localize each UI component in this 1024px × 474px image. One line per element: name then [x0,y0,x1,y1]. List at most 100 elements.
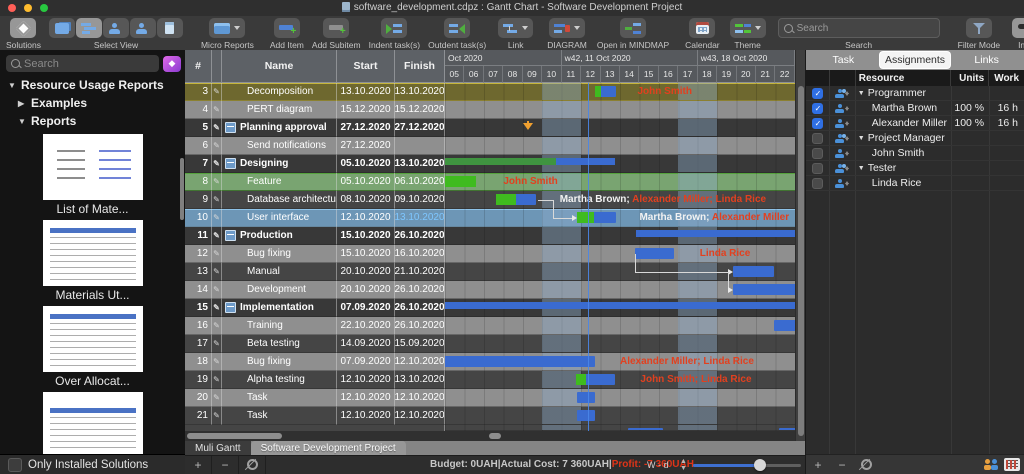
task-finish-date[interactable]: 26.10.2020 [395,299,445,317]
task-bar[interactable] [733,266,774,277]
task-name-cell[interactable]: Planning approval [222,119,337,137]
task-row[interactable]: 4✎PERT diagram15.12.202015.12.2020 [185,101,795,119]
resource-row[interactable]: John Smith [806,146,1024,161]
column-header-finish[interactable]: Finish [395,50,445,83]
task-row[interactable]: 6✎Send notifications27.12.2020 [185,137,795,155]
task-name-cell[interactable]: Designing [222,155,337,173]
task-name-cell[interactable]: Production [222,227,337,245]
task-start-date[interactable]: 07.09.2020 [337,299,395,317]
view-document-button[interactable] [157,18,183,38]
task-row[interactable]: 18✎Bug fixing07.09.202012.10.2020Alexand… [185,353,795,371]
resource-checkbox[interactable] [812,163,823,174]
zoom-stepper[interactable]: ▲▼ [680,458,687,472]
resources-view-button[interactable] [984,458,1000,471]
chevron-expanded-icon[interactable]: ▼ [858,90,865,97]
task-start-date[interactable]: 15.10.2020 [337,227,395,245]
only-installed-checkbox[interactable] [8,458,22,472]
task-start-date[interactable]: 07.09.2020 [337,353,395,371]
task-bar[interactable] [577,392,595,403]
report-thumbnail[interactable] [43,306,143,372]
sidebar-tree-item[interactable]: ▶Examples [0,94,185,112]
resource-row[interactable]: ▼Tester [806,161,1024,176]
info-button[interactable] [1012,18,1024,38]
task-row[interactable]: 3✎Decomposition13.10.202013.10.2020John … [185,83,795,101]
tab-multi-gantt[interactable]: Muli Gantt [185,441,251,455]
task-start-date[interactable]: 15.10.2020 [337,245,395,263]
task-finish-date[interactable]: 12.10.2020 [395,389,445,407]
chevron-expanded-icon[interactable]: ▼ [858,165,865,172]
task-finish-date[interactable]: 13.10.2020 [395,155,445,173]
solutions-button[interactable] [10,18,36,38]
collapse-toggle-icon[interactable] [225,230,236,241]
summary-bar[interactable] [636,230,795,237]
remove-resource-button[interactable]: − [830,458,854,472]
task-row[interactable]: 7✎Designing05.10.202013.10.2020 [185,155,795,173]
report-thumbnail[interactable] [43,134,143,200]
collapse-toggle-icon[interactable] [225,302,236,313]
task-name-cell[interactable]: Task [222,407,337,425]
task-name-cell[interactable]: PERT diagram [222,101,337,119]
task-start-date[interactable]: 27.12.2020 [337,119,395,137]
task-start-date[interactable]: 12.10.2020 [337,407,395,425]
units-column-header[interactable]: Units [951,70,989,86]
task-name-cell[interactable]: Bug fixing [222,245,337,263]
task-finish-date[interactable]: 13.10.2020 [395,83,445,101]
sidebar-scrollbar[interactable] [180,158,184,220]
calendar-view-button[interactable] [1004,458,1020,471]
summary-bar[interactable] [445,302,795,309]
resource-checkbox[interactable] [812,133,823,144]
solutions-panel-button[interactable]: ◆ [163,56,181,72]
task-name-cell[interactable]: Alpha testing [222,371,337,389]
task-start-date[interactable]: 12.10.2020 [337,371,395,389]
add-row-button[interactable]: + [185,456,212,474]
vertical-scrollbar[interactable] [795,50,805,443]
task-finish-date[interactable]: 06.10.2020 [395,173,445,191]
report-thumbnail[interactable] [43,392,143,458]
task-row[interactable]: 15✎Implementation07.09.202026.10.2020 [185,299,795,317]
task-row[interactable]: 21✎Task12.10.202012.10.2020 [185,407,795,425]
task-finish-date[interactable]: 09.10.2020 [395,191,445,209]
task-row[interactable]: 13✎Manual20.10.202021.10.2020 [185,263,795,281]
task-name-cell[interactable]: Manual [222,263,337,281]
task-start-date[interactable]: 05.10.2020 [337,173,395,191]
resource-checkbox[interactable] [812,178,823,189]
view-assignments-button[interactable] [130,18,156,38]
task-name-cell[interactable]: Development [222,281,337,299]
task-finish-date[interactable]: 12.10.2020 [395,353,445,371]
resource-checkbox[interactable]: ✓ [812,103,823,114]
milestone-marker[interactable] [523,123,533,135]
calendar-button[interactable] [689,18,715,38]
task-name-cell[interactable]: Decomposition [222,83,337,101]
chart-hscroll-thumb[interactable] [489,433,501,439]
micro-reports-button[interactable] [209,18,245,38]
task-row[interactable]: 17✎Beta testing14.09.202015.09.2020 [185,335,795,353]
task-bar[interactable] [496,194,537,205]
task-bar[interactable] [595,86,616,97]
task-start-date[interactable]: 20.10.2020 [337,263,395,281]
link-button[interactable] [498,18,533,38]
diagram-button[interactable] [549,18,585,38]
outdent-task-button[interactable] [444,18,470,38]
sidebar-tree-item[interactable]: ▼Reports [0,112,185,130]
indent-task-button[interactable] [381,18,407,38]
task-row[interactable]: 8✎Feature05.10.202006.10.2020John Smith [185,173,795,191]
task-row[interactable]: 9✎Database architecture08.10.202009.10.2… [185,191,795,209]
task-finish-date[interactable]: 16.10.2020 [395,245,445,263]
table-hscroll-thumb[interactable] [187,433,282,439]
resource-row[interactable]: ✓Martha Brown100 %16 h [806,101,1024,116]
column-header-start[interactable]: Start [337,50,395,83]
task-finish-date[interactable]: 13.10.2020 [395,371,445,389]
task-finish-date[interactable]: 26.10.2020 [395,227,445,245]
task-start-date[interactable]: 27.12.2020 [337,137,395,155]
panel-tab-assignments[interactable]: Assignments [880,52,951,68]
task-row[interactable]: 10✎User interface12.10.202013.10.2020Mar… [185,209,795,227]
add-resource-button[interactable]: + [806,458,830,472]
zoom-slider[interactable] [693,464,801,467]
task-start-date[interactable]: 05.10.2020 [337,155,395,173]
task-row[interactable]: 11✎Production15.10.202026.10.2020 [185,227,795,245]
sidebar-search-input[interactable]: Search [6,55,159,72]
view-cards-button[interactable] [49,18,75,38]
task-start-date[interactable]: 22.10.2020 [337,317,395,335]
horizontal-scrollbar[interactable] [185,431,795,441]
open-in-mindmap-button[interactable] [620,18,646,38]
